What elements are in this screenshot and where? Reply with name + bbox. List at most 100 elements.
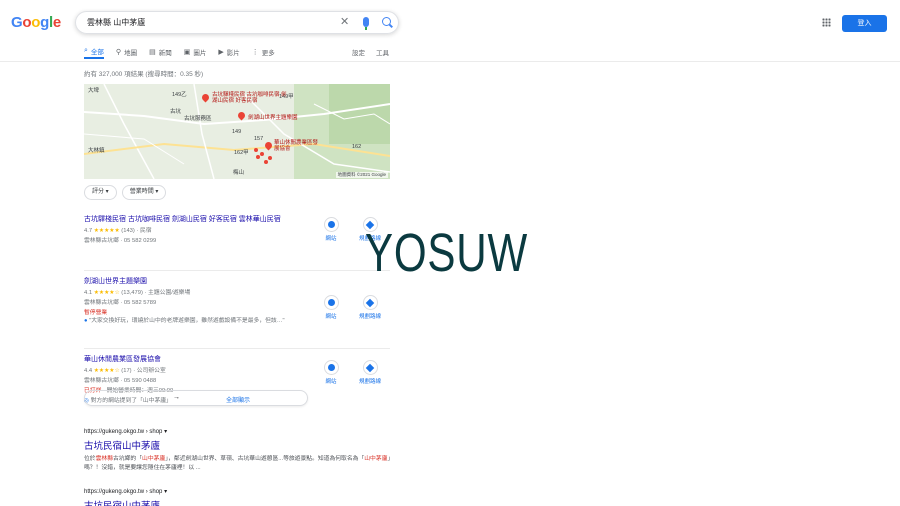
tools-link[interactable]: 工具 xyxy=(376,47,389,57)
apps-grid-icon[interactable] xyxy=(822,18,831,27)
user-icon: ● xyxy=(84,318,88,324)
map-dot-icon[interactable] xyxy=(264,160,268,164)
result-url[interactable]: https://gukeng.okgo.tw › shop ▾ xyxy=(84,428,394,435)
result-url[interactable]: https://gukeng.okgo.tw › shop ▾ xyxy=(84,488,394,495)
snippet-text: 」，鄰近劍湖山世界、草嶺、古坑華山遊憩區...等旅遊景點。知道為何取名為「 xyxy=(165,456,365,462)
local-result[interactable]: 古坑驛棧民宿 古坑咖啡民宿 劍湖山民宿 好客民宿 雲林華山民宿 4.7 ★★★★… xyxy=(84,209,390,271)
video-icon: ▶ xyxy=(218,49,224,56)
review-count: (13,479) xyxy=(121,290,143,296)
header-divider xyxy=(0,61,900,62)
map-pin-label: 劍湖山世界主題樂園 xyxy=(248,115,298,121)
action-label: 網站 xyxy=(325,379,337,385)
action-label: 網站 xyxy=(325,314,337,320)
search-box[interactable]: 雲林縣 山中茅廬 ✕ xyxy=(75,11,399,34)
tab-all[interactable]: ⌕ 全部 xyxy=(84,45,104,59)
place-name[interactable]: 劍湖山世界主題樂園 xyxy=(84,276,147,286)
place-name[interactable]: 古坑驛棧民宿 古坑咖啡民宿 劍湖山民宿 好客民宿 雲林華山民宿 xyxy=(84,214,281,224)
arrow-right-icon: → xyxy=(173,394,180,401)
map-label: 梅山 xyxy=(233,170,245,176)
action-label: 規劃路線 xyxy=(358,314,381,320)
filter-hours[interactable]: 營業時間 ▾ xyxy=(121,185,167,200)
snippet-highlight: 雲林縣 xyxy=(95,456,114,462)
google-logo[interactable]: Google xyxy=(11,14,61,31)
website-button[interactable]: 網站 xyxy=(316,361,346,385)
rating: 4.4 xyxy=(84,368,93,374)
star-rating: ★★★★☆ xyxy=(93,290,120,296)
globe-icon xyxy=(324,361,338,374)
map-label: 古坑 xyxy=(170,109,182,115)
category: 主題公園/遊樂場 xyxy=(148,290,191,296)
place-rating-line: 4.1 ★★★★☆ (13,479) · 主題公園/遊樂場 xyxy=(84,290,191,296)
rating: 4.7 xyxy=(84,228,93,234)
image-icon: ▣ xyxy=(183,49,191,56)
news-icon: ▤ xyxy=(149,49,156,56)
website-button[interactable]: 網站 xyxy=(316,218,346,242)
search-icon[interactable] xyxy=(382,17,391,26)
action-label: 網站 xyxy=(325,236,337,242)
place-address: 雲林縣古坑鄉 · 05 590 0488 xyxy=(84,378,157,384)
directions-button[interactable]: 規劃路線 xyxy=(355,361,385,385)
result-title[interactable]: 古坑民宿山中茅廬 xyxy=(84,438,394,452)
star-rating: ★★★★★ xyxy=(93,228,120,234)
snippet-highlight: 山中茅廬 xyxy=(142,456,166,462)
tab-more[interactable]: ⋮ 更多 xyxy=(252,45,275,59)
map-dot-icon[interactable] xyxy=(260,152,264,156)
url-text: https://gukeng.okgo.tw › shop xyxy=(84,489,163,495)
logo-letter: o xyxy=(22,14,32,31)
settings-link[interactable]: 設定 xyxy=(352,47,365,57)
category: 公司辦公室 xyxy=(136,368,166,374)
local-result[interactable]: 劍湖山世界主題樂園 4.1 ★★★★☆ (13,479) · 主題公園/遊樂場 … xyxy=(84,271,390,349)
map-label: 古坑服務區 xyxy=(184,116,212,122)
directions-icon xyxy=(363,361,377,374)
chevron-down-icon[interactable]: ▾ xyxy=(164,489,167,495)
sign-in-button[interactable]: 登入 xyxy=(842,15,887,32)
review-count: (143) xyxy=(121,228,135,234)
map-dot-icon[interactable] xyxy=(254,148,258,152)
directions-button[interactable]: 規劃路線 xyxy=(355,296,385,320)
category: 民宿 xyxy=(140,228,152,234)
tab-images[interactable]: ▣ 圖片 xyxy=(184,45,207,59)
filter-rating[interactable]: 評分 ▾ xyxy=(84,185,117,200)
search-input[interactable]: 雲林縣 山中茅廬 xyxy=(87,17,145,28)
map-copyright: 地圖資料 ©2021 Google xyxy=(335,172,388,178)
tab-label: 影片 xyxy=(226,50,240,57)
logo-letter: g xyxy=(40,14,49,31)
globe-icon xyxy=(324,218,338,231)
logo-letter: o xyxy=(31,14,41,31)
tab-label: 地圖 xyxy=(124,50,138,57)
result-title[interactable]: 古坑民宿山中茅廬 xyxy=(84,498,394,506)
place-address: 雲林縣古坑鄉 · 05 582 5789 xyxy=(84,300,157,306)
search-result: https://gukeng.okgo.tw › shop ▾ 古坑民宿山中茅廬 xyxy=(84,488,394,506)
review-snippet: ● "大家交換好玩，環繞於山中的老牌遊樂園，雖然遊戲設備不是最多，但該…" xyxy=(84,317,304,326)
view-all-button[interactable]: → 全部顯示 xyxy=(84,390,308,406)
map-label: 大林鎮 xyxy=(88,148,105,154)
watermark: YOSUW xyxy=(365,223,529,283)
tab-maps[interactable]: ⚲ 地圖 xyxy=(116,45,137,59)
tab-videos[interactable]: ▶ 影片 xyxy=(218,45,239,59)
chip-label: 評分 xyxy=(92,189,105,195)
map-dot-icon[interactable] xyxy=(268,156,272,160)
logo-letter: G xyxy=(11,14,23,31)
tab-label: 新聞 xyxy=(158,50,172,57)
place-status: 暫停營業 xyxy=(84,310,108,316)
map-pin-label: 古坑驛棧民宿 古坑咖啡民宿 劍湖山民宿 好客民宿 xyxy=(212,92,287,104)
chip-label: 營業時間 xyxy=(129,189,154,195)
clear-icon[interactable]: ✕ xyxy=(340,15,349,28)
chevron-down-icon[interactable]: ▾ xyxy=(164,429,167,435)
map-panel[interactable]: 大埤 古坑 古坑服務區 大林鎮 梅山 149乙 149 162甲 149甲 15… xyxy=(84,84,390,179)
directions-icon xyxy=(363,296,377,309)
tab-label: 圖片 xyxy=(193,50,207,57)
place-name[interactable]: 華山休閒農業區發展協會 xyxy=(84,354,161,364)
tab-news[interactable]: ▤ 新聞 xyxy=(149,45,172,59)
place-rating-line: 4.4 ★★★★☆ (17) · 公司辦公室 xyxy=(84,368,166,374)
website-button[interactable]: 網站 xyxy=(316,296,346,320)
tab-label: 更多 xyxy=(261,50,275,57)
review-text: "大家交換好玩，環繞於山中的老牌遊樂園，雖然遊戲設備不是最多，但該…" xyxy=(89,318,285,324)
map-dot-icon[interactable] xyxy=(256,155,260,159)
voice-search-icon[interactable] xyxy=(363,17,369,30)
globe-icon xyxy=(324,296,338,309)
map-label: 157 xyxy=(254,136,264,142)
place-rating-line: 4.7 ★★★★★ (143) · 民宿 xyxy=(84,228,152,234)
action-label: 規劃路線 xyxy=(358,379,381,385)
snippet-text: 位於 xyxy=(84,456,96,462)
